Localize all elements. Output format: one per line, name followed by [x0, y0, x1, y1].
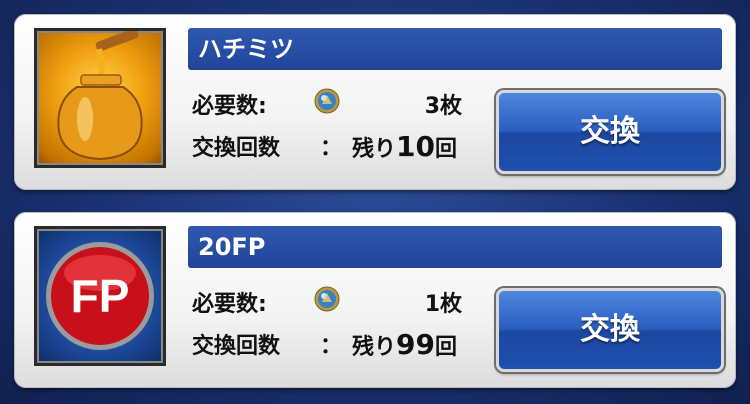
fp-badge-icon: FP [34, 226, 166, 366]
exchange-count-label: 交換回数 [192, 334, 281, 359]
remaining-suffix: 回 [434, 335, 457, 360]
medal-coin-icon [314, 88, 340, 114]
exchange-item-card: ハチミツ 必要数: 3枚 交換回数 ： 残り10回 交換 [14, 14, 736, 190]
remaining-prefix: 残り [352, 137, 397, 162]
fp-badge-text: FP [71, 270, 130, 322]
required-label: 必要数: [192, 94, 267, 119]
item-name: ハチミツ [188, 28, 722, 70]
exchange-button[interactable]: 交換 [496, 90, 724, 174]
exchange-button[interactable]: 交換 [496, 288, 724, 372]
remaining-prefix: 残り [352, 335, 397, 360]
exchange-item-card: FP 20FP 必要数: 1枚 交換回数 ： 残り99回 交換 [14, 212, 736, 388]
required-label: 必要数: [192, 292, 267, 317]
required-value: 3枚 [424, 94, 462, 119]
medal-coin-icon [314, 286, 340, 312]
remaining-number: 10 [396, 130, 435, 163]
remaining-count: 残り10回 [352, 130, 457, 163]
remaining-number: 99 [396, 328, 435, 361]
item-name: 20FP [188, 226, 722, 268]
remaining-suffix: 回 [434, 137, 457, 162]
required-value: 1枚 [424, 292, 462, 317]
remaining-count: 残り99回 [352, 328, 457, 361]
exchange-count-label: 交換回数 [192, 136, 281, 161]
exchange-count-colon: ： [320, 334, 343, 359]
exchange-count-colon: ： [320, 136, 343, 161]
honey-jar-icon [34, 28, 166, 168]
